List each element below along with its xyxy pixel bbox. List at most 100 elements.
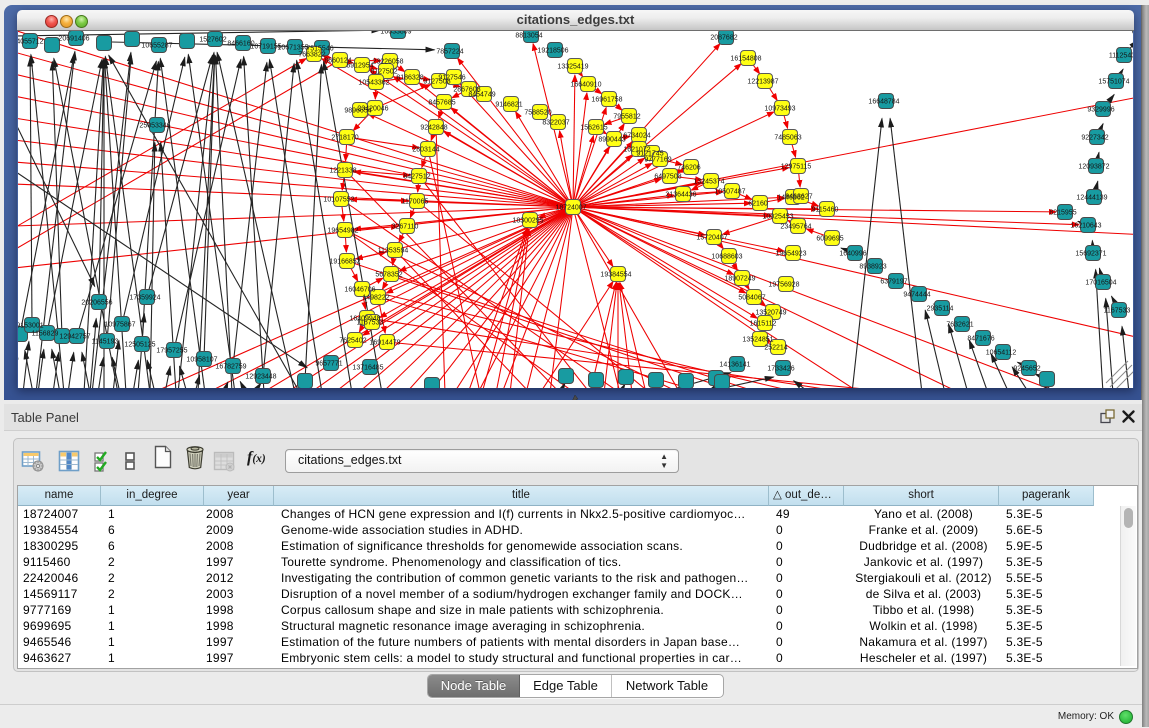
svg-text:16914479: 16914479 <box>369 340 400 347</box>
svg-text:9153001: 9153001 <box>18 323 44 330</box>
svg-text:13520749: 13520749 <box>755 310 786 317</box>
svg-text:15692371: 15692371 <box>1075 251 1106 258</box>
svg-text:9463627: 9463627 <box>785 194 812 201</box>
svg-text:17016504: 17016504 <box>1085 280 1116 287</box>
svg-text:17359924: 17359924 <box>129 295 160 302</box>
svg-text:13716485: 13716485 <box>352 365 383 372</box>
svg-text:14055712: 14055712 <box>18 39 44 46</box>
svg-text:1733426: 1733426 <box>767 366 794 373</box>
svg-text:15720407: 15720407 <box>696 235 727 242</box>
svg-text:17957255: 17957255 <box>156 348 187 355</box>
svg-text:16046706: 16046706 <box>344 287 375 294</box>
svg-text:16961758: 16961758 <box>591 97 622 104</box>
svg-text:12213987: 12213987 <box>747 79 778 86</box>
svg-text:1170065: 1170065 <box>402 199 429 206</box>
svg-text:1640996: 1640996 <box>839 251 866 258</box>
svg-text:11353594: 11353594 <box>378 248 409 255</box>
svg-text:7857224: 7857224 <box>436 49 463 56</box>
svg-text:8127502: 8127502 <box>370 69 397 76</box>
svg-text:13325419: 13325419 <box>557 64 588 71</box>
svg-text:18907249: 18907249 <box>724 276 755 283</box>
svg-text:20206556: 20206556 <box>81 300 112 307</box>
svg-text:7625402: 7625402 <box>339 338 366 345</box>
svg-text:19384554: 19384554 <box>600 272 631 279</box>
svg-text:10107552: 10107552 <box>323 197 354 204</box>
svg-text:10688603: 10688603 <box>711 254 742 261</box>
svg-text:62160: 62160 <box>748 201 768 208</box>
svg-text:8322037: 8322037 <box>542 120 569 127</box>
svg-text:19166852: 19166852 <box>329 259 360 266</box>
svg-text:1167533: 1167533 <box>357 320 384 327</box>
svg-text:9657771: 9657771 <box>315 361 342 368</box>
svg-text:6379197: 6379197 <box>880 279 907 286</box>
svg-text:16640910: 16640910 <box>570 82 601 89</box>
svg-text:746206: 746206 <box>677 165 700 172</box>
svg-text:8454749: 8454749 <box>468 92 495 99</box>
svg-text:19654982: 19654982 <box>327 228 358 235</box>
svg-text:2718170: 2718170 <box>331 135 358 142</box>
svg-text:7632621: 7632621 <box>946 322 973 329</box>
svg-text:9896654: 9896654 <box>344 108 371 115</box>
svg-text:2935114: 2935114 <box>927 306 954 313</box>
svg-text:8813054: 8813054 <box>515 33 542 40</box>
svg-text:9127546: 9127546 <box>438 75 465 82</box>
svg-text:7955812: 7955812 <box>613 114 640 121</box>
svg-text:2087682: 2087682 <box>710 35 737 42</box>
svg-text:8938923: 8938923 <box>859 264 886 271</box>
svg-text:16154808: 16154808 <box>730 56 761 63</box>
svg-text:13245374: 13245374 <box>693 179 724 186</box>
svg-text:9227342: 9227342 <box>1081 135 1108 142</box>
svg-text:6734024: 6734024 <box>623 133 650 140</box>
svg-text:1527602: 1527602 <box>199 37 226 44</box>
svg-text:18724007: 18724007 <box>555 205 586 212</box>
svg-text:25053346: 25053346 <box>139 123 170 130</box>
svg-text:8427512: 8427512 <box>403 174 430 181</box>
svg-text:8215955: 8215955 <box>1049 210 1076 217</box>
svg-text:8471676: 8471676 <box>967 336 994 343</box>
svg-text:8990443: 8990443 <box>598 137 625 144</box>
svg-text:12093872: 12093872 <box>1078 164 1109 171</box>
svg-text:12923448: 12923448 <box>245 374 276 381</box>
svg-text:7663822: 7663822 <box>298 52 325 59</box>
svg-text:20691406: 20691406 <box>58 36 89 43</box>
svg-text:9245652: 9245652 <box>1013 366 1040 373</box>
svg-text:14136141: 14136141 <box>719 362 750 369</box>
svg-text:2803144: 2803144 <box>412 147 439 154</box>
svg-text:252214: 252214 <box>764 345 787 352</box>
svg-text:7588520: 7588520 <box>524 110 551 117</box>
svg-text:10507487: 10507487 <box>714 189 745 196</box>
svg-text:16033809: 16033809 <box>380 31 411 36</box>
svg-text:9329996: 9329996 <box>1087 107 1114 114</box>
svg-text:13524851: 13524851 <box>742 337 773 344</box>
svg-text:5084067: 5084067 <box>738 295 765 302</box>
svg-text:19218506: 19218506 <box>537 48 568 55</box>
svg-text:1112543: 1112543 <box>1109 53 1133 60</box>
svg-text:10655287: 10655287 <box>141 43 172 50</box>
svg-text:3267110: 3267110 <box>392 224 419 231</box>
svg-text:1156829: 1156829 <box>32 331 59 338</box>
svg-text:10973493: 10973493 <box>764 106 795 113</box>
svg-text:12975115: 12975115 <box>781 164 812 171</box>
svg-text:1145193: 1145193 <box>92 339 119 346</box>
svg-text:5678352: 5678352 <box>375 272 402 279</box>
svg-text:10671355: 10671355 <box>277 45 308 52</box>
svg-text:23495764: 23495764 <box>780 224 811 231</box>
svg-text:12444139: 12444139 <box>1076 195 1107 202</box>
svg-text:6099695: 6099695 <box>816 236 843 243</box>
svg-text:16782759: 16782759 <box>215 364 246 371</box>
svg-text:8457685: 8457685 <box>428 100 455 107</box>
svg-text:16648784: 16648784 <box>868 99 899 106</box>
svg-text:7485063: 7485063 <box>774 135 801 142</box>
svg-text:9146821: 9146821 <box>495 102 522 109</box>
svg-text:16210643: 16210643 <box>1070 223 1101 230</box>
svg-text:1562615: 1562615 <box>580 125 607 132</box>
svg-text:9115460: 9115460 <box>812 207 839 214</box>
svg-text:10025453: 10025453 <box>762 214 793 221</box>
svg-text:18300295: 18300295 <box>512 218 543 225</box>
svg-text:23226058: 23226058 <box>372 59 403 66</box>
svg-text:12942757: 12942757 <box>59 334 90 341</box>
svg-text:12505125: 12505125 <box>124 342 155 349</box>
svg-text:19756928: 19756928 <box>768 282 799 289</box>
svg-text:9777169: 9777169 <box>644 157 671 164</box>
svg-text:10958107: 10958107 <box>186 357 217 364</box>
